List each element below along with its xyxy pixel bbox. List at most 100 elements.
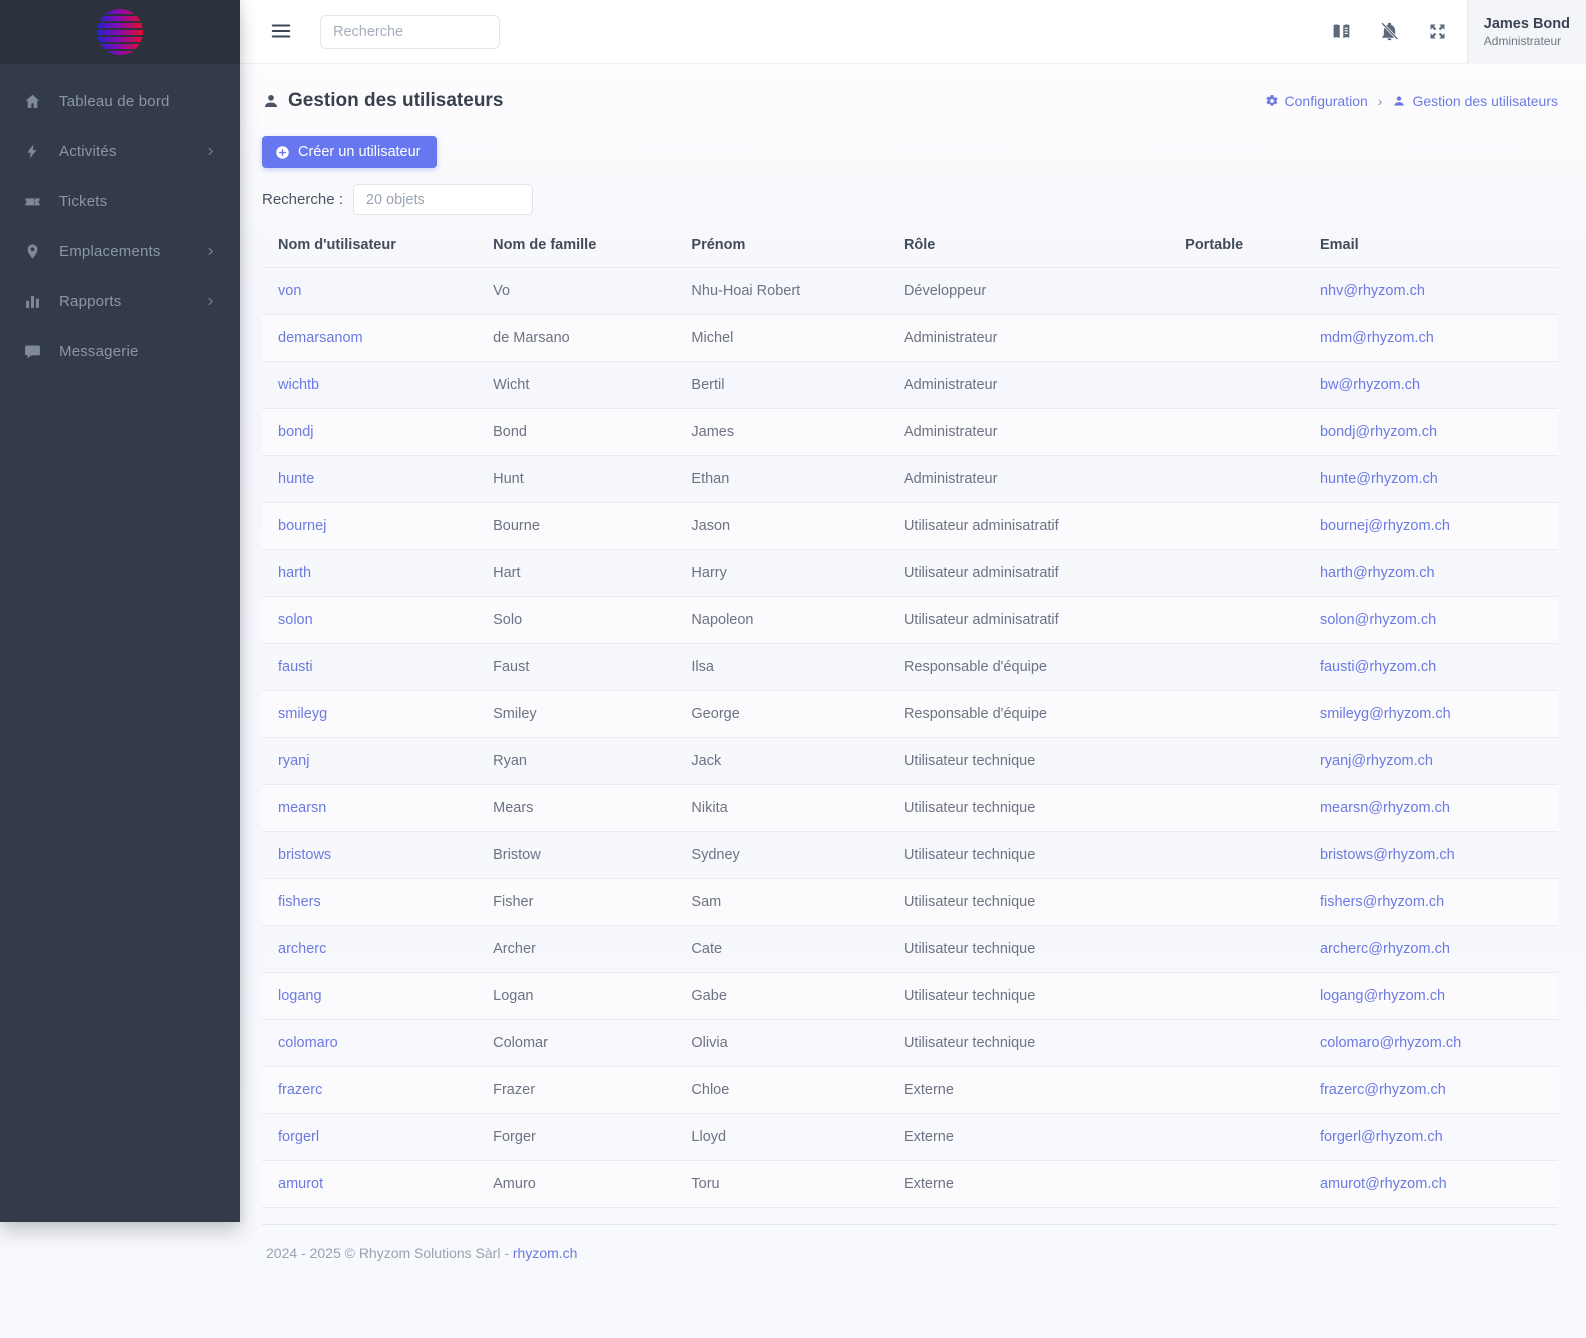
cell-portable <box>1169 831 1304 879</box>
cell-username: harth <box>262 549 478 597</box>
sidebar-item-activities[interactable]: Activités <box>0 126 240 176</box>
cell-email: bw@rhyzom.ch <box>1303 361 1558 409</box>
cell-email-link[interactable]: harth@rhyzom.ch <box>1320 565 1435 581</box>
cell-username-link[interactable]: demarsanom <box>278 330 363 346</box>
cell-lastname: Forger <box>477 1113 676 1161</box>
fullscreen-icon[interactable] <box>1427 21 1449 43</box>
cell-username-link[interactable]: archerc <box>278 941 326 957</box>
cell-role: Utilisateur technique <box>887 784 1170 832</box>
cell-email: amurot@rhyzom.ch <box>1303 1160 1558 1207</box>
cell-username-link[interactable]: frazerc <box>278 1082 322 1098</box>
cell-firstname: Ethan <box>675 455 888 503</box>
cell-email-link[interactable]: forgerl@rhyzom.ch <box>1320 1129 1443 1145</box>
sidebar-item-label: Emplacements <box>59 242 161 260</box>
cell-role: Utilisateur technique <box>887 972 1170 1020</box>
table-row: frazerc Frazer Chloe Externe frazerc@rhyzom.… <box>262 1066 1558 1114</box>
cell-portable <box>1169 784 1304 832</box>
sidebar-item-dashboard[interactable]: Tableau de bord <box>0 76 240 126</box>
cell-email: nhv@rhyzom.ch <box>1303 267 1558 315</box>
cell-username: bondj <box>262 408 478 456</box>
cell-email-link[interactable]: fishers@rhyzom.ch <box>1320 894 1444 910</box>
cell-username-link[interactable]: wichtb <box>278 377 319 393</box>
cell-lastname: Bristow <box>477 831 676 879</box>
cell-portable <box>1169 408 1304 456</box>
cell-username-link[interactable]: logang <box>278 988 322 1004</box>
cell-email-link[interactable]: nhv@rhyzom.ch <box>1320 283 1425 299</box>
cell-username-link[interactable]: hunte <box>278 471 314 487</box>
cell-email-link[interactable]: amurot@rhyzom.ch <box>1320 1176 1447 1192</box>
cell-username: ryanj <box>262 737 478 785</box>
breadcrumb-user-management[interactable]: Gestion des utilisateurs <box>1392 93 1558 109</box>
cell-email-link[interactable]: colomaro@rhyzom.ch <box>1320 1035 1461 1051</box>
cell-firstname: Michel <box>675 314 888 362</box>
cell-email: smileyg@rhyzom.ch <box>1303 690 1558 738</box>
cell-username-link[interactable]: solon <box>278 612 313 628</box>
cell-username-link[interactable]: bournej <box>278 518 326 534</box>
cell-email-link[interactable]: hunte@rhyzom.ch <box>1320 471 1438 487</box>
cell-username-link[interactable]: von <box>278 283 301 299</box>
cell-email-link[interactable]: solon@rhyzom.ch <box>1320 612 1436 628</box>
breadcrumb-configuration[interactable]: Configuration <box>1265 93 1368 109</box>
sidebar-item-tickets[interactable]: Tickets <box>0 176 240 226</box>
cell-email-link[interactable]: archerc@rhyzom.ch <box>1320 941 1450 957</box>
cell-username-link[interactable]: bondj <box>278 424 313 440</box>
cell-email-link[interactable]: smileyg@rhyzom.ch <box>1320 706 1451 722</box>
table-body: von Vo Nhu-Hoai Robert Développeur nhv@rhyzo… <box>262 267 1558 1207</box>
cell-portable <box>1169 690 1304 738</box>
cell-username-link[interactable]: bristows <box>278 847 331 863</box>
brand-logo[interactable] <box>97 9 143 55</box>
ticket-icon <box>24 193 41 210</box>
user-role: Administrateur <box>1483 33 1562 48</box>
cell-username-link[interactable]: amurot <box>278 1176 323 1192</box>
sidebar-item-messaging[interactable]: Messagerie <box>0 326 240 376</box>
cell-username-link[interactable]: smileyg <box>278 706 327 722</box>
cell-username-link[interactable]: mearsn <box>278 800 326 816</box>
create-user-button[interactable]: Créer un utilisateur <box>262 136 437 168</box>
cell-email-link[interactable]: bondj@rhyzom.ch <box>1320 424 1437 440</box>
cell-username-link[interactable]: ryanj <box>278 753 309 769</box>
cell-role: Utilisateur technique <box>887 878 1170 926</box>
table-search-input[interactable] <box>352 184 533 215</box>
cell-email-link[interactable]: logang@rhyzom.ch <box>1320 988 1445 1004</box>
gear-icon <box>1265 94 1279 108</box>
search-input[interactable] <box>320 14 500 49</box>
cell-email: bondj@rhyzom.ch <box>1303 408 1558 456</box>
cell-username-link[interactable]: forgerl <box>278 1129 319 1145</box>
cell-portable <box>1169 596 1304 644</box>
bar-chart-icon <box>24 293 41 310</box>
user-menu[interactable]: James Bond Administrateur <box>1466 0 1586 64</box>
sidebar-item-reports[interactable]: Rapports <box>0 276 240 326</box>
cell-firstname: Nikita <box>675 784 888 832</box>
cell-role: Externe <box>887 1160 1170 1207</box>
cell-firstname: Olivia <box>675 1019 888 1067</box>
cell-email-link[interactable]: bw@rhyzom.ch <box>1320 377 1420 393</box>
table-filter-row: Recherche : <box>262 184 1558 215</box>
cell-portable <box>1169 502 1304 550</box>
cell-username: solon <box>262 596 478 644</box>
cell-role: Utilisateur technique <box>887 925 1170 973</box>
cell-portable <box>1169 1066 1304 1114</box>
book-icon[interactable] <box>1331 21 1353 43</box>
cell-email-link[interactable]: mdm@rhyzom.ch <box>1320 330 1434 346</box>
cell-role: Utilisateur technique <box>887 1019 1170 1067</box>
sidebar-item-label: Activités <box>59 142 117 160</box>
cell-email-link[interactable]: mearsn@rhyzom.ch <box>1320 800 1450 816</box>
footer-link[interactable]: rhyzom.ch <box>513 1245 578 1261</box>
cell-username-link[interactable]: harth <box>278 565 311 581</box>
table-row: hunte Hunt Ethan Administrateur hunte@rhyzom… <box>262 455 1558 503</box>
cell-email-link[interactable]: bournej@rhyzom.ch <box>1320 518 1450 534</box>
bell-slash-icon[interactable] <box>1379 21 1401 43</box>
cell-username: bristows <box>262 831 478 879</box>
lightning-icon <box>24 143 41 160</box>
cell-username-link[interactable]: colomaro <box>278 1035 338 1051</box>
cell-portable <box>1169 455 1304 503</box>
cell-username-link[interactable]: fishers <box>278 894 321 910</box>
menu-icon[interactable] <box>270 20 294 44</box>
cell-username-link[interactable]: fausti <box>278 659 313 675</box>
sidebar-item-locations[interactable]: Emplacements <box>0 226 240 276</box>
cell-email-link[interactable]: frazerc@rhyzom.ch <box>1320 1082 1446 1098</box>
cell-lastname: Hunt <box>477 455 676 503</box>
cell-email-link[interactable]: bristows@rhyzom.ch <box>1320 847 1455 863</box>
cell-email-link[interactable]: fausti@rhyzom.ch <box>1320 659 1436 675</box>
cell-email-link[interactable]: ryanj@rhyzom.ch <box>1320 753 1433 769</box>
